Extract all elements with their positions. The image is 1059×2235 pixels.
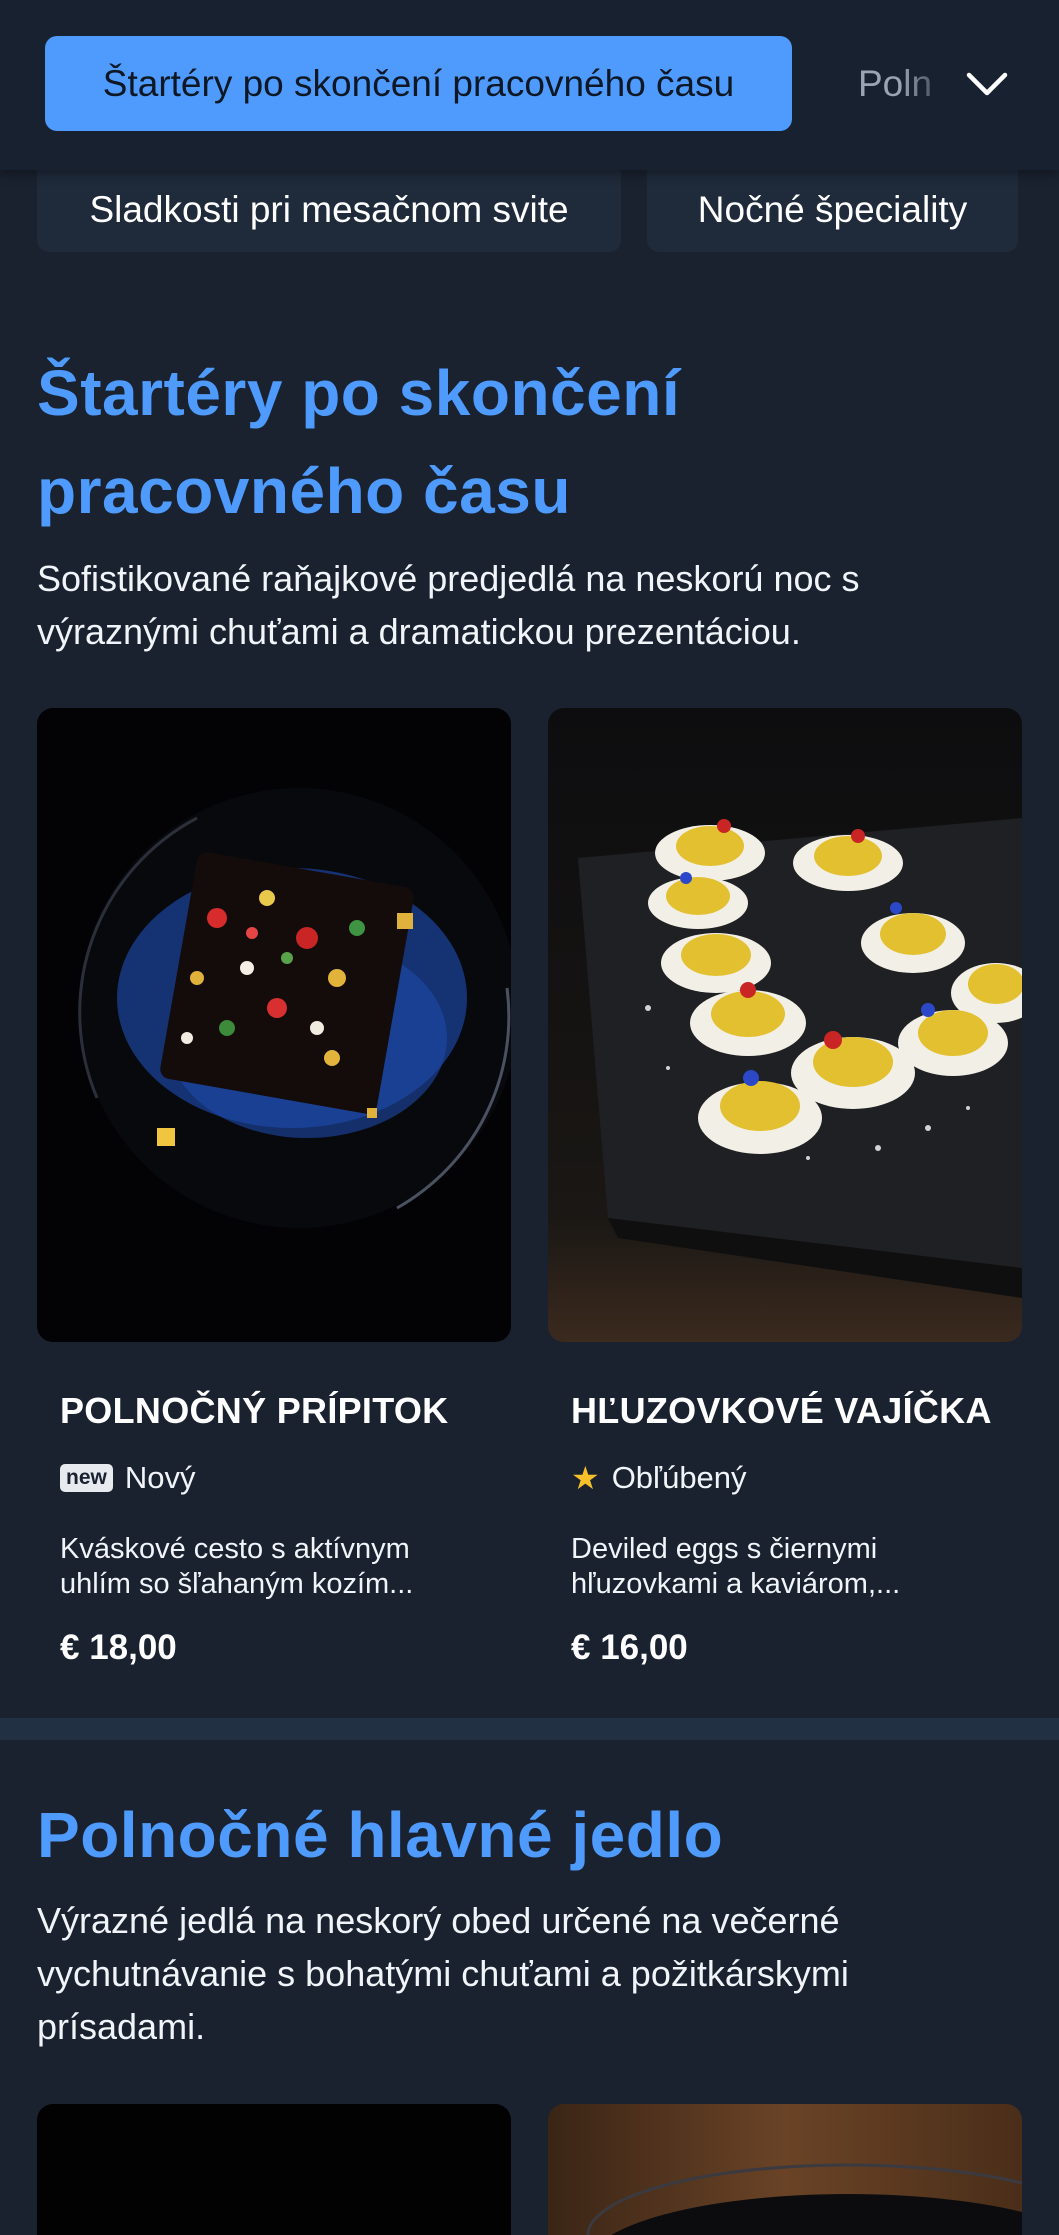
badge-label: Obľúbený xyxy=(611,1460,747,1495)
category-tab-specials[interactable]: Nočné špeciality xyxy=(647,168,1018,252)
category-nav-expanded: Sladkosti pri mesačnom svite Nočné špeci… xyxy=(0,168,1059,252)
dish-image[interactable] xyxy=(548,2104,1022,2235)
menu-page: Štartéry po skončení pracovného času Pol… xyxy=(0,0,1059,2235)
section-title-line1: Štartéry po skončení xyxy=(37,357,681,429)
menu-item-card[interactable]: POLNOČNÝ PRÍPITOK new Nový Kváskové cest… xyxy=(60,1390,534,1668)
chevron-down-icon[interactable] xyxy=(960,57,1014,111)
item-price: € 16,00 xyxy=(571,1628,688,1667)
dish-image[interactable] xyxy=(37,2104,511,2235)
section-description: Sofistikované raňajkové predjedlá na nes… xyxy=(37,558,860,652)
new-badge-icon: new xyxy=(60,1464,113,1492)
section-title: Polnočné hlavné jedlo xyxy=(37,1799,724,1871)
section-title-line2: pracovného času xyxy=(37,455,571,527)
menu-item-card[interactable]: HĽUZOVKOVÉ VAJÍČKA ★ Obľúbený Deviled eg… xyxy=(571,1390,1045,1668)
star-icon: ★ xyxy=(571,1460,600,1496)
item-description: Kváskové cesto s aktívnym uhlím so šľaha… xyxy=(60,1533,414,1600)
item-badge: new Nový xyxy=(60,1458,534,1498)
item-name: HĽUZOVKOVÉ VAJÍČKA xyxy=(571,1390,992,1431)
dish-image-truffle-eggs[interactable] xyxy=(548,708,1022,1342)
category-nav: Štartéry po skončení pracovného času Pol… xyxy=(0,0,1059,170)
dish-image-midnight-toast[interactable] xyxy=(37,708,511,1342)
section-title: Štartéry po skončení pracovného času xyxy=(37,344,680,540)
item-name: POLNOČNÝ PRÍPITOK xyxy=(60,1390,449,1431)
category-tab-active[interactable]: Štartéry po skončení pracovného času xyxy=(45,36,792,131)
item-description: Deviled eggs s čiernymi hľuzovkami a kav… xyxy=(571,1533,901,1600)
badge-label: Nový xyxy=(124,1460,196,1495)
section-description: Výrazné jedlá na neskorý obed určené na … xyxy=(37,1900,849,2047)
item-badge: ★ Obľúbený xyxy=(571,1458,1045,1498)
section-divider xyxy=(0,1718,1059,1740)
item-price: € 18,00 xyxy=(60,1628,177,1667)
category-tab-desserts[interactable]: Sladkosti pri mesačnom svite xyxy=(37,168,621,252)
